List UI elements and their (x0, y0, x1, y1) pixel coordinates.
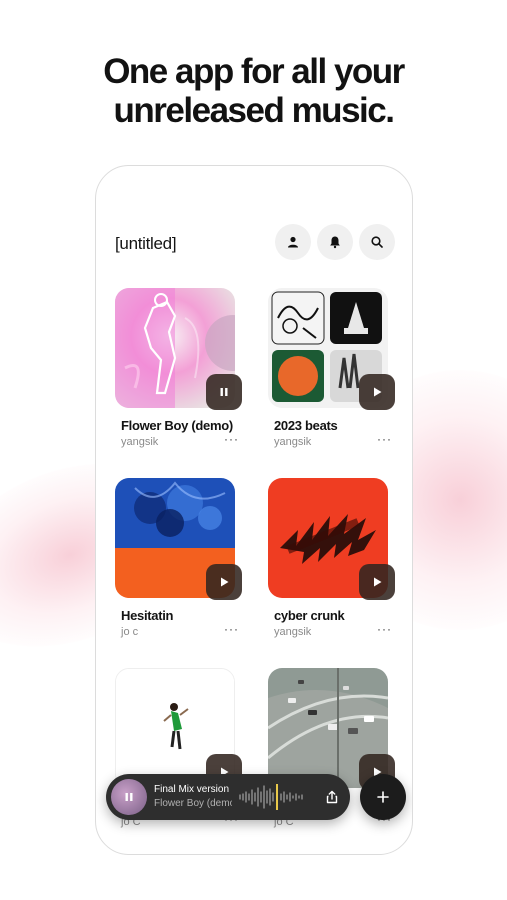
more-options-button[interactable]: ··· (377, 432, 392, 446)
phone-frame: [untitled] Flower Boy (demo) yangsik ···… (95, 165, 413, 855)
player-track-title: Final Mix version (154, 784, 230, 795)
track-card-2023-beats[interactable]: 2023 beats yangsik ··· (268, 288, 398, 458)
track-artist: yangsik (121, 436, 159, 448)
profile-icon (288, 236, 298, 248)
headline-line-1: One app for all your (103, 52, 405, 91)
pause-icon (125, 793, 133, 801)
track-card-hesitatin[interactable]: Hesitatin jo c ··· (115, 478, 245, 648)
mini-player[interactable]: Final Mix version Flower Boy (demo) (106, 774, 350, 820)
play-icon (374, 577, 382, 587)
play-button[interactable] (206, 564, 242, 600)
more-options-button[interactable]: ··· (224, 432, 239, 446)
play-button[interactable] (359, 374, 395, 410)
headline-line-2: unreleased music. (113, 91, 395, 130)
search-icon (371, 236, 383, 248)
app-title: [untitled] (115, 234, 177, 253)
player-track-subtitle: Flower Boy (demo) (154, 798, 232, 809)
player-pause-button[interactable] (111, 779, 147, 815)
track-artist: jo c (121, 626, 139, 638)
more-options-button[interactable]: ··· (377, 622, 392, 636)
search-button[interactable] (359, 224, 395, 260)
track-title: 2023 beats (274, 418, 338, 433)
track-card-flower-boy[interactable]: Flower Boy (demo) yangsik ··· (115, 288, 245, 458)
track-title: Flower Boy (demo) (121, 418, 233, 433)
share-icon (326, 790, 338, 804)
play-button[interactable] (359, 564, 395, 600)
track-artist: yangsik (274, 626, 312, 638)
play-icon (221, 577, 229, 587)
bell-icon (330, 236, 340, 249)
more-options-button[interactable]: ··· (224, 622, 239, 636)
profile-button[interactable] (275, 224, 311, 260)
track-title: Hesitatin (121, 608, 174, 623)
headline: One app for all your unreleased music. (0, 52, 507, 130)
play-icon (374, 387, 382, 397)
share-button[interactable] (320, 785, 344, 809)
app-header: [untitled] (115, 224, 397, 264)
notifications-button[interactable] (317, 224, 353, 260)
track-title: cyber crunk (274, 608, 345, 623)
plus-icon (377, 791, 389, 803)
track-artist: yangsik (274, 436, 312, 448)
add-button[interactable] (360, 774, 406, 820)
pause-icon (220, 388, 228, 396)
waveform-scrubber[interactable] (238, 782, 308, 812)
pause-button[interactable] (206, 374, 242, 410)
track-card-cyber-crunk[interactable]: cyber crunk yangsik ··· (268, 478, 398, 648)
